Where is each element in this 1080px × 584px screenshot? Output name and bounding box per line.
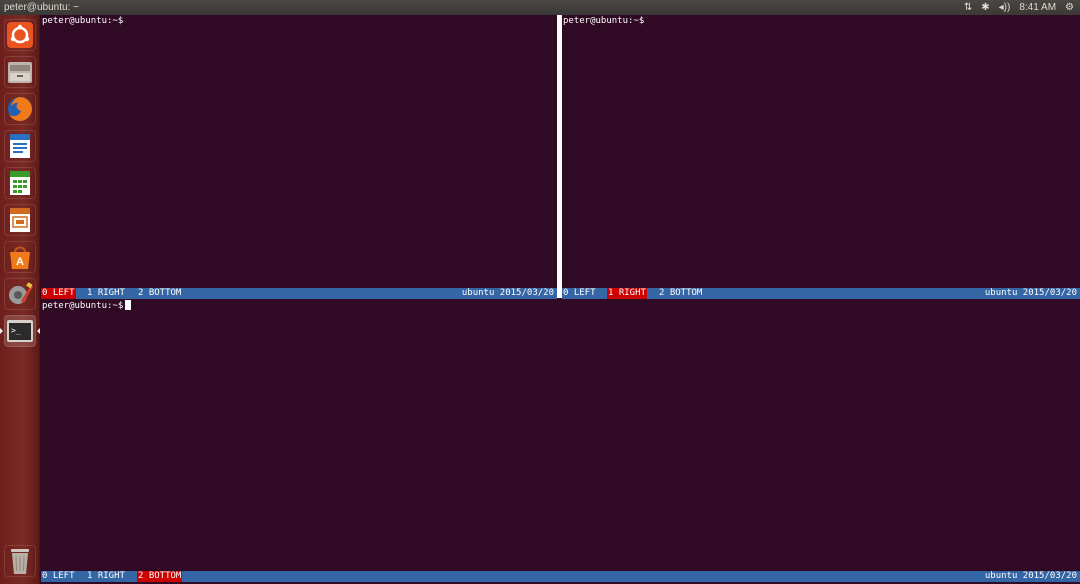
ubuntu-dash-icon[interactable] [4, 19, 36, 51]
pane-left[interactable]: peter@ubuntu:~$ [41, 15, 557, 288]
host-date: ubuntu 2015/03/20 [984, 571, 1077, 581]
window-tab-0[interactable]: 0 LEFT [41, 571, 76, 582]
clock[interactable]: 8:41 AM [1019, 1, 1056, 14]
window-tab-1[interactable]: 1 RIGHT [607, 288, 647, 299]
bluetooth-icon[interactable]: ✱ [981, 1, 989, 14]
status-bar-bottom: 0 LEFT 1 RIGHT 2 BOTTOM ubuntu 2015/03/2… [41, 571, 1080, 582]
settings-gear-icon[interactable]: ⚙ [1065, 1, 1074, 14]
svg-text:A: A [16, 256, 24, 268]
network-icon[interactable]: ⇅ [964, 1, 972, 14]
libreoffice-impress-icon[interactable] [4, 204, 36, 236]
top-panel: peter@ubuntu: ~ ⇅ ✱ ◂)) 8:41 AM ⚙ [0, 0, 1080, 15]
running-indicator-icon [0, 328, 3, 334]
prompt: peter@ubuntu:~$ [563, 16, 645, 26]
trash-icon[interactable] [4, 545, 36, 577]
launcher: A >_ [0, 15, 40, 584]
window-tab-2[interactable]: 2 BOTTOM [658, 288, 703, 299]
window-tab-1[interactable]: 1 RIGHT [86, 288, 126, 299]
libreoffice-writer-icon[interactable] [4, 130, 36, 162]
window-tab-2[interactable]: 2 BOTTOM [137, 571, 183, 582]
host-date: ubuntu 2015/03/20 [984, 288, 1077, 298]
firefox-icon[interactable] [4, 93, 36, 125]
status-bar-left: 0 LEFT 1 RIGHT 2 BOTTOM ubuntu 2015/03/2… [41, 288, 557, 299]
system-settings-icon[interactable] [4, 278, 36, 310]
window-tab-1[interactable]: 1 RIGHT [86, 571, 126, 582]
files-icon[interactable] [4, 56, 36, 88]
window-title: peter@ubuntu: ~ [4, 2, 79, 13]
window-tab-2[interactable]: 2 BOTTOM [137, 288, 182, 299]
svg-text:>_: >_ [11, 326, 21, 335]
window-tab-0[interactable]: 0 LEFT [41, 288, 76, 299]
indicator-area: ⇅ ✱ ◂)) 8:41 AM ⚙ [964, 0, 1074, 15]
volume-icon[interactable]: ◂)) [999, 1, 1011, 14]
pane-right[interactable]: peter@ubuntu:~$ [562, 15, 1080, 288]
focused-indicator-icon [37, 328, 40, 334]
software-center-icon[interactable]: A [4, 241, 36, 273]
status-bar-right: 0 LEFT 1 RIGHT 2 BOTTOM ubuntu 2015/03/2… [562, 288, 1080, 299]
host-date: ubuntu 2015/03/20 [461, 288, 554, 298]
window-tab-0[interactable]: 0 LEFT [562, 288, 597, 299]
prompt: peter@ubuntu:~$ [42, 16, 124, 26]
prompt: peter@ubuntu:~$ [42, 301, 124, 311]
prompt-line: peter@ubuntu:~$ [42, 300, 132, 312]
libreoffice-calc-icon[interactable] [4, 167, 36, 199]
cursor [125, 300, 132, 310]
terminal-icon[interactable]: >_ [4, 315, 36, 347]
pane-bottom[interactable]: peter@ubuntu:~$ [41, 299, 1080, 571]
